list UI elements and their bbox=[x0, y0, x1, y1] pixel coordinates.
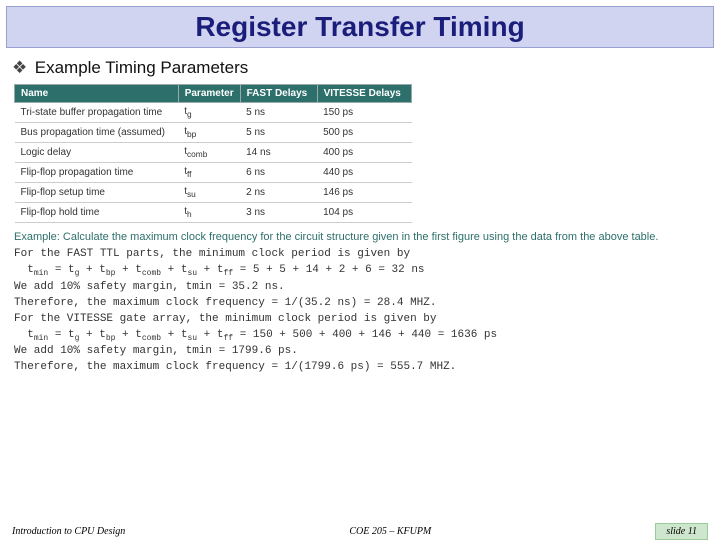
example-prompt: Example: Calculate the maximum clock fre… bbox=[14, 231, 706, 243]
cell-fast: 2 ns bbox=[240, 183, 317, 203]
cell-fast: 14 ns bbox=[240, 143, 317, 163]
cell-name: Flip-flop setup time bbox=[15, 183, 179, 203]
cell-param: tsu bbox=[178, 183, 240, 203]
col-vitesse: VITESSE Delays bbox=[317, 85, 411, 103]
cell-name: Bus propagation time (assumed) bbox=[15, 123, 179, 143]
footer-center: COE 205 – KFUPM bbox=[349, 526, 431, 537]
calc-line: For the FAST TTL parts, the minimum cloc… bbox=[14, 248, 410, 260]
cell-name: Tri-state buffer propagation time bbox=[15, 103, 179, 123]
calc-line: tmin = tg + tbp + tcomb + tsu + tff = 5 … bbox=[14, 264, 425, 276]
footer: Introduction to CPU Design COE 205 – KFU… bbox=[0, 523, 720, 540]
subtitle-row: ❖ Example Timing Parameters bbox=[12, 58, 708, 78]
table-row: Flip-flop propagation time tff 6 ns 440 … bbox=[15, 163, 412, 183]
col-fast: FAST Delays bbox=[240, 85, 317, 103]
cell-vitesse: 500 ps bbox=[317, 123, 411, 143]
table-row: Bus propagation time (assumed) tbp 5 ns … bbox=[15, 123, 412, 143]
calc-line: For the VITESSE gate array, the minimum … bbox=[14, 313, 436, 325]
table-row: Logic delay tcomb 14 ns 400 ps bbox=[15, 143, 412, 163]
cell-param: tg bbox=[178, 103, 240, 123]
table-row: Flip-flop hold time th 3 ns 104 ps bbox=[15, 203, 412, 223]
params-table-wrap: Name Parameter FAST Delays VITESSE Delay… bbox=[14, 84, 706, 223]
params-table: Name Parameter FAST Delays VITESSE Delay… bbox=[14, 84, 412, 223]
cell-vitesse: 104 ps bbox=[317, 203, 411, 223]
calc-line: Therefore, the maximum clock frequency =… bbox=[14, 361, 456, 373]
cell-vitesse: 440 ps bbox=[317, 163, 411, 183]
footer-left: Introduction to CPU Design bbox=[12, 526, 125, 537]
table-row: Flip-flop setup time tsu 2 ns 146 ps bbox=[15, 183, 412, 203]
table-header-row: Name Parameter FAST Delays VITESSE Delay… bbox=[15, 85, 412, 103]
cell-name: Flip-flop propagation time bbox=[15, 163, 179, 183]
cell-fast: 5 ns bbox=[240, 123, 317, 143]
subtitle-text: Example Timing Parameters bbox=[35, 58, 249, 77]
calc-line: Therefore, the maximum clock frequency =… bbox=[14, 297, 436, 309]
cell-fast: 3 ns bbox=[240, 203, 317, 223]
cell-param: tbp bbox=[178, 123, 240, 143]
cell-param: tcomb bbox=[178, 143, 240, 163]
cell-vitesse: 150 ps bbox=[317, 103, 411, 123]
cell-param: th bbox=[178, 203, 240, 223]
col-param: Parameter bbox=[178, 85, 240, 103]
calc-line: We add 10% safety margin, tmin = 35.2 ns… bbox=[14, 281, 285, 293]
calc-line: tmin = tg + tbp + tcomb + tsu + tff = 15… bbox=[14, 329, 497, 341]
table-row: Tri-state buffer propagation time tg 5 n… bbox=[15, 103, 412, 123]
calc-line: We add 10% safety margin, tmin = 1799.6 … bbox=[14, 345, 298, 357]
cell-fast: 5 ns bbox=[240, 103, 317, 123]
footer-right: slide 11 bbox=[655, 523, 708, 540]
page-title: Register Transfer Timing bbox=[17, 11, 703, 43]
cell-name: Logic delay bbox=[15, 143, 179, 163]
cell-vitesse: 146 ps bbox=[317, 183, 411, 203]
cell-vitesse: 400 ps bbox=[317, 143, 411, 163]
cell-fast: 6 ns bbox=[240, 163, 317, 183]
col-name: Name bbox=[15, 85, 179, 103]
cell-name: Flip-flop hold time bbox=[15, 203, 179, 223]
cell-param: tff bbox=[178, 163, 240, 183]
calculation-block: For the FAST TTL parts, the minimum cloc… bbox=[14, 247, 706, 376]
title-bar: Register Transfer Timing bbox=[6, 6, 714, 48]
bullet-icon: ❖ bbox=[12, 58, 26, 78]
